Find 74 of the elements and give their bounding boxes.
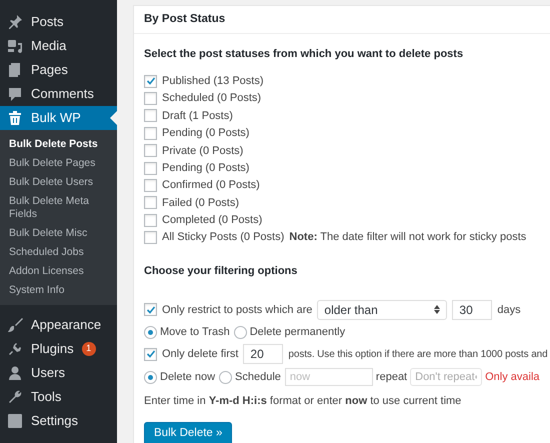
help-text: Enter time in Y-m-d H:i:s format or enter now to use current time xyxy=(144,394,462,410)
checkbox-label: Pending (0 Posts) xyxy=(162,126,250,142)
menu-item[interactable]: Settings xyxy=(0,409,117,433)
checkbox-label: Failed (0 Posts) xyxy=(162,196,240,211)
unit-label: days xyxy=(497,302,521,318)
update-count-badge: 1 xyxy=(82,342,96,356)
submenu-item[interactable]: Bulk Delete Pages xyxy=(0,154,117,173)
radio-label: Move to Trash xyxy=(160,324,230,340)
wrench-icon xyxy=(7,389,23,405)
checkbox-label: Only delete first xyxy=(162,347,238,362)
submenu-item[interactable]: Bulk Delete Posts xyxy=(0,135,117,154)
section-heading: Select the post statuses from which you want to delete posts xyxy=(144,47,464,62)
submenu-item[interactable]: System Info xyxy=(0,281,117,300)
hint-text: posts. Use this option if there are more than 1000 posts and xyxy=(288,348,548,362)
days-input[interactable]: 30 xyxy=(452,300,492,320)
checkbox-label: Draft (1 Posts) xyxy=(162,108,233,124)
radio-label: Schedule xyxy=(235,370,281,386)
repeat-label: repeat xyxy=(376,370,408,386)
checkbox[interactable] xyxy=(144,126,157,140)
submenu-item[interactable]: Addon Licenses xyxy=(0,262,117,281)
checkbox-label: Published (13 Posts) xyxy=(162,74,264,89)
menu-item[interactable]: Appearance xyxy=(0,313,117,337)
checkbox-label: All Sticky Posts (0 Posts) xyxy=(162,230,284,246)
date-filter-select[interactable]: older than xyxy=(317,300,448,320)
checkbox-label: Scheduled (0 Posts) xyxy=(162,91,262,106)
checkbox[interactable] xyxy=(144,303,157,316)
radio-button[interactable] xyxy=(144,326,157,339)
menu-item[interactable]: Users xyxy=(0,361,117,385)
paintbrush-icon xyxy=(7,317,23,333)
checkbox[interactable] xyxy=(144,348,157,361)
pin-icon xyxy=(7,14,23,30)
radio-button[interactable] xyxy=(144,370,157,384)
panel-title: By Post Status xyxy=(134,6,550,34)
pages-icon xyxy=(7,62,23,78)
post-limit-input[interactable]: 20 xyxy=(243,344,284,364)
menu-item[interactable]: Posts xyxy=(0,10,117,34)
checkbox[interactable] xyxy=(144,109,157,122)
checkbox[interactable] xyxy=(144,196,157,210)
trash-icon xyxy=(7,110,23,126)
checkbox[interactable] xyxy=(144,92,157,106)
bulk-delete-button[interactable]: Bulk Delete » xyxy=(144,422,232,443)
checkbox[interactable] xyxy=(144,162,157,175)
dropdown-arrows-icon xyxy=(434,305,440,314)
checkbox-label: Pending (0 Posts) xyxy=(162,160,250,176)
schedule-time-input[interactable]: now xyxy=(284,368,373,386)
checkbox-label: Completed (0 Posts) xyxy=(162,213,262,228)
menu-item[interactable]: Bulk WP xyxy=(0,106,117,130)
section-heading: Choose your filtering options xyxy=(144,264,298,280)
checkbox[interactable] xyxy=(144,214,157,227)
submenu-item[interactable]: Bulk Delete Misc xyxy=(0,224,117,243)
checkbox-label: Confirmed (0 Posts) xyxy=(162,178,260,194)
media-icon xyxy=(7,38,23,54)
checkbox[interactable] xyxy=(144,231,157,244)
checkbox[interactable] xyxy=(144,144,157,158)
radio-label: Delete permanently xyxy=(250,324,346,340)
checkbox[interactable] xyxy=(144,179,157,192)
checkbox-label: Only restrict to posts which are xyxy=(162,302,312,318)
note-text: Note: The date filter will not work for sticky posts xyxy=(289,230,526,246)
menu-item[interactable]: Pages xyxy=(0,58,117,82)
checkbox-label: Private (0 Posts) xyxy=(162,144,244,159)
radio-button[interactable] xyxy=(219,370,232,384)
menu-item[interactable]: Comments xyxy=(0,82,117,106)
menu-item[interactable]: Plugins 1 xyxy=(0,337,117,361)
checkbox[interactable] xyxy=(144,74,157,88)
menu-item[interactable]: Tools xyxy=(0,385,117,409)
user-icon xyxy=(7,365,23,381)
submenu-item[interactable]: Scheduled Jobs xyxy=(0,243,117,262)
warning-text: Only availa xyxy=(485,370,540,386)
speech-bubble-icon xyxy=(7,86,23,102)
menu-item[interactable]: Media xyxy=(0,34,117,58)
radio-button[interactable] xyxy=(234,326,247,339)
submenu-item[interactable]: Bulk Delete Users xyxy=(0,173,117,192)
radio-label: Delete now xyxy=(160,370,216,386)
submenu-item[interactable]: Bulk Delete Meta Fields xyxy=(0,192,117,224)
